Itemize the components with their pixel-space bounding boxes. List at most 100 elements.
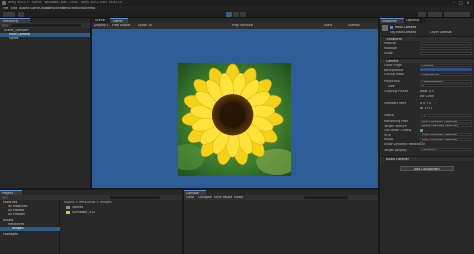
close-icon[interactable]: × bbox=[466, 0, 470, 5]
transform-header[interactable]: Transform bbox=[380, 36, 474, 41]
menu-help[interactable]: Help bbox=[88, 7, 95, 10]
play-button[interactable] bbox=[226, 12, 232, 17]
near-field[interactable]: Near 0.3 bbox=[420, 90, 434, 93]
object-name[interactable]: Main Camera bbox=[395, 26, 416, 29]
hierarchy-search-input[interactable] bbox=[11, 24, 81, 27]
hdr-dropdown[interactable]: Use Graphics Settings bbox=[420, 133, 472, 137]
transform-rotation-label: Rotation bbox=[384, 47, 398, 50]
layers-dropdown[interactable] bbox=[428, 12, 442, 17]
pause-button[interactable] bbox=[233, 12, 239, 17]
game-viewport[interactable] bbox=[92, 29, 378, 188]
display-dropdown[interactable]: Display 1 bbox=[94, 24, 109, 27]
console-panel: Console Clear Collapse Error Pause Edito… bbox=[184, 190, 378, 254]
camera-row-label: Target Texture bbox=[384, 124, 407, 128]
folder-icon bbox=[66, 206, 70, 209]
console-error-pause-button[interactable]: Error Pause bbox=[214, 196, 232, 199]
tab-scene-label: Scene bbox=[95, 19, 105, 22]
tree-packages[interactable]: Packages bbox=[3, 233, 18, 236]
rendering-path-dropdown[interactable]: Use Graphics Settings bbox=[420, 119, 472, 123]
camera-row-label: Clear Flags bbox=[384, 64, 402, 67]
camera-row-label: Clipping Planes bbox=[384, 90, 409, 93]
add-asset-icon[interactable] bbox=[2, 196, 8, 199]
transform-position-label: Position bbox=[384, 42, 397, 45]
console-toolbar: Clear Collapse Error Pause Editor bbox=[184, 195, 378, 200]
camera-row-label: MSAA bbox=[384, 138, 394, 141]
cloud-icon[interactable] bbox=[18, 12, 24, 17]
main-toolbar bbox=[0, 11, 474, 18]
maximize-icon[interactable]: □ bbox=[459, 0, 463, 5]
sunflower-image bbox=[178, 63, 291, 176]
menu-file[interactable]: File bbox=[3, 7, 8, 10]
menu-window[interactable]: Window bbox=[75, 7, 88, 10]
minimize-icon[interactable]: – bbox=[452, 0, 456, 5]
tree-all-prefabs[interactable]: All Prefabs bbox=[8, 213, 25, 216]
far-field[interactable]: Far 1000 bbox=[420, 95, 434, 98]
layer-label: Layer bbox=[430, 31, 439, 34]
audio-listener-header[interactable]: Audio Listener bbox=[380, 156, 474, 161]
tab-inspector[interactable]: Inspector bbox=[380, 18, 404, 23]
console-clear-button[interactable]: Clear bbox=[186, 196, 194, 199]
image-icon bbox=[66, 210, 70, 214]
transform-scale-field[interactable] bbox=[420, 51, 472, 55]
tree-all-materials[interactable]: All Materials bbox=[8, 205, 28, 208]
add-icon[interactable] bbox=[2, 24, 8, 27]
occlusion-checkbox[interactable] bbox=[420, 128, 423, 132]
background-color-field[interactable] bbox=[420, 68, 472, 72]
transform-header-label: Transform bbox=[386, 37, 402, 41]
add-component-button[interactable]: Add Component bbox=[400, 166, 454, 171]
play-focused-dropdown[interactable]: Play Focused bbox=[232, 24, 253, 27]
inspector-panel: Inspector Lighting Main Camera Tag MainC… bbox=[380, 18, 474, 254]
tree-images[interactable]: Images bbox=[0, 226, 60, 231]
tab-lighting[interactable]: Lighting bbox=[404, 18, 426, 23]
camera-header[interactable]: Camera bbox=[380, 58, 474, 63]
layout-dropdown[interactable] bbox=[444, 12, 470, 17]
aspect-dropdown[interactable]: Free Aspect bbox=[112, 24, 131, 27]
gizmos-toggle[interactable]: Gizmos bbox=[348, 24, 360, 27]
camera-row-label: Size bbox=[388, 84, 395, 88]
active-checkbox[interactable] bbox=[390, 26, 393, 29]
tree-assets[interactable]: Assets bbox=[3, 219, 13, 222]
project-breadcrumb[interactable]: Assets > Resources > Images bbox=[64, 201, 112, 204]
culling-mask-dropdown[interactable]: Everything bbox=[420, 72, 472, 76]
tab-inspector-label: Inspector bbox=[382, 20, 397, 23]
hierarchy-item-sprite[interactable]: Sprite bbox=[0, 37, 90, 41]
console-editor-dropdown[interactable]: Editor bbox=[234, 196, 243, 199]
account-button[interactable] bbox=[3, 12, 15, 17]
viewport-wh-field[interactable]: W 1 H 1 bbox=[420, 107, 433, 110]
tag-dropdown[interactable]: MainCamera bbox=[396, 31, 416, 34]
camera-row-label: Culling Mask bbox=[384, 73, 405, 76]
menu-services[interactable]: Services bbox=[62, 7, 75, 10]
transform-position-field[interactable] bbox=[420, 41, 472, 45]
depth-field[interactable]: -1 bbox=[420, 113, 472, 117]
search-icon[interactable] bbox=[418, 12, 426, 17]
menu-assets[interactable]: Assets bbox=[19, 7, 29, 10]
dynamic-resolution-checkbox[interactable] bbox=[420, 142, 423, 145]
menu-edit[interactable]: Edit bbox=[11, 7, 17, 10]
camera-row-label: Depth bbox=[384, 114, 394, 117]
camera-row-label: Projection bbox=[384, 80, 400, 83]
projection-dropdown[interactable]: Orthographic bbox=[420, 79, 472, 83]
project-file-sprites[interactable]: Sprites bbox=[72, 206, 83, 209]
viewport-xy-field[interactable]: X 0 Y 0 bbox=[420, 102, 431, 105]
game-view-panel: Scene Game Display 1 Free Aspect Scale 1… bbox=[92, 18, 378, 188]
scale-value[interactable]: 1x bbox=[148, 24, 152, 27]
project-search-input[interactable] bbox=[110, 196, 160, 199]
console-collapse-button[interactable]: Collapse bbox=[198, 196, 212, 199]
size-field[interactable]: 5 bbox=[420, 84, 472, 88]
stats-toggle[interactable]: Stats bbox=[324, 24, 332, 27]
tree-all-models[interactable]: All Models bbox=[8, 209, 24, 212]
msaa-dropdown[interactable]: Use Graphics Settings bbox=[420, 137, 472, 141]
scale-label: Scale bbox=[138, 24, 147, 28]
target-display-dropdown[interactable]: Display 1 bbox=[420, 148, 472, 152]
tag-label: Tag bbox=[390, 31, 396, 34]
project-file-sunflower[interactable]: sunflower_512 bbox=[72, 211, 95, 214]
console-search-input[interactable] bbox=[304, 196, 348, 199]
target-texture-field[interactable]: None (Render Texture) bbox=[420, 124, 472, 128]
clear-flags-dropdown[interactable]: Skybox bbox=[420, 63, 472, 67]
hierarchy-toolbar bbox=[0, 23, 90, 28]
project-tree: Favorites All Materials All Models All P… bbox=[0, 200, 60, 254]
layer-dropdown[interactable]: Default bbox=[440, 31, 452, 34]
tree-favorites[interactable]: Favorites bbox=[3, 201, 17, 204]
transform-rotation-field[interactable] bbox=[420, 46, 472, 50]
step-button[interactable] bbox=[240, 12, 246, 17]
